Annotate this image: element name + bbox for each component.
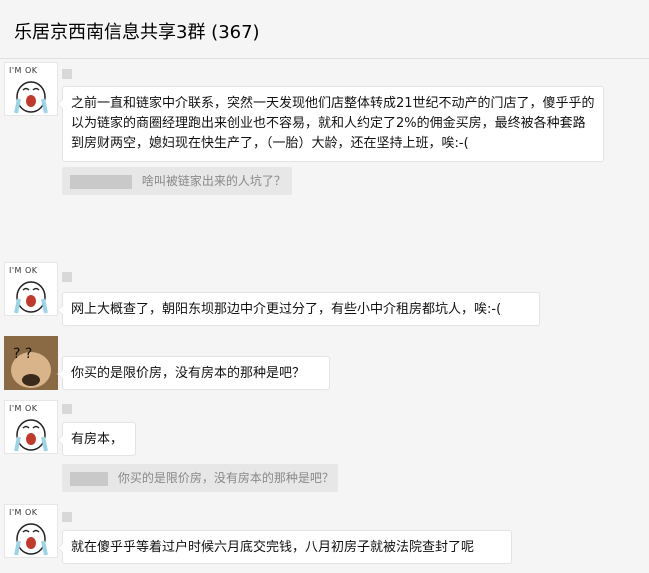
quote-text: 啥叫被链家出来的人坑了？ bbox=[141, 174, 286, 188]
message-bubble: 网上大概查了，朝阳东坝那边中介更过分了，有些小中介租房都坑人，唉:-( bbox=[57, 292, 540, 326]
message-bubble: 有房本， bbox=[57, 422, 136, 456]
redacted-sender bbox=[70, 174, 132, 189]
sender-name-redacted bbox=[62, 69, 72, 79]
sender-name-redacted bbox=[62, 512, 72, 522]
sender-name-redacted bbox=[62, 404, 72, 414]
im-ok-face-icon bbox=[14, 281, 48, 314]
message-bubble: 就在傻乎乎等着过户时候六月底交完钱，八月初房子就被法院查封了呢 bbox=[57, 530, 512, 564]
redacted-sender bbox=[70, 471, 108, 486]
avatar-dog[interactable]: ? ? bbox=[4, 336, 58, 390]
message-bubble: 之前一直和链家中介联系，突然一天发现他们店整体转成21世纪不动产的门店了，傻乎乎… bbox=[57, 86, 604, 162]
avatar-im-ok[interactable]: I'M OK bbox=[4, 262, 58, 316]
message-bubble: 你买的是限价房，没有房本的那种是吧？ bbox=[57, 356, 330, 390]
im-ok-face-icon bbox=[14, 419, 48, 452]
avatar-im-ok[interactable]: I'M OK bbox=[4, 400, 58, 454]
avatar-im-ok[interactable]: I'M OK bbox=[4, 62, 58, 116]
chat-title: 乐居京西南信息共享3群 (367) bbox=[14, 22, 260, 43]
quoted-reply[interactable]: 你买的是限价房，没有房本的那种是吧？ bbox=[62, 464, 338, 492]
dog-face-icon: ? ? bbox=[4, 336, 58, 390]
chat-header: 乐居京西南信息共享3群 (367) bbox=[0, 0, 649, 59]
quote-text: 你买的是限价房，没有房本的那种是吧？ bbox=[117, 471, 334, 485]
quoted-reply[interactable]: 啥叫被链家出来的人坑了？ bbox=[62, 167, 292, 195]
avatar-im-ok[interactable]: I'M OK bbox=[4, 504, 58, 558]
im-ok-face-icon bbox=[14, 81, 48, 114]
im-ok-face-icon bbox=[14, 523, 48, 556]
sender-name-redacted bbox=[62, 272, 72, 282]
question-marks: ? ? bbox=[13, 346, 32, 362]
